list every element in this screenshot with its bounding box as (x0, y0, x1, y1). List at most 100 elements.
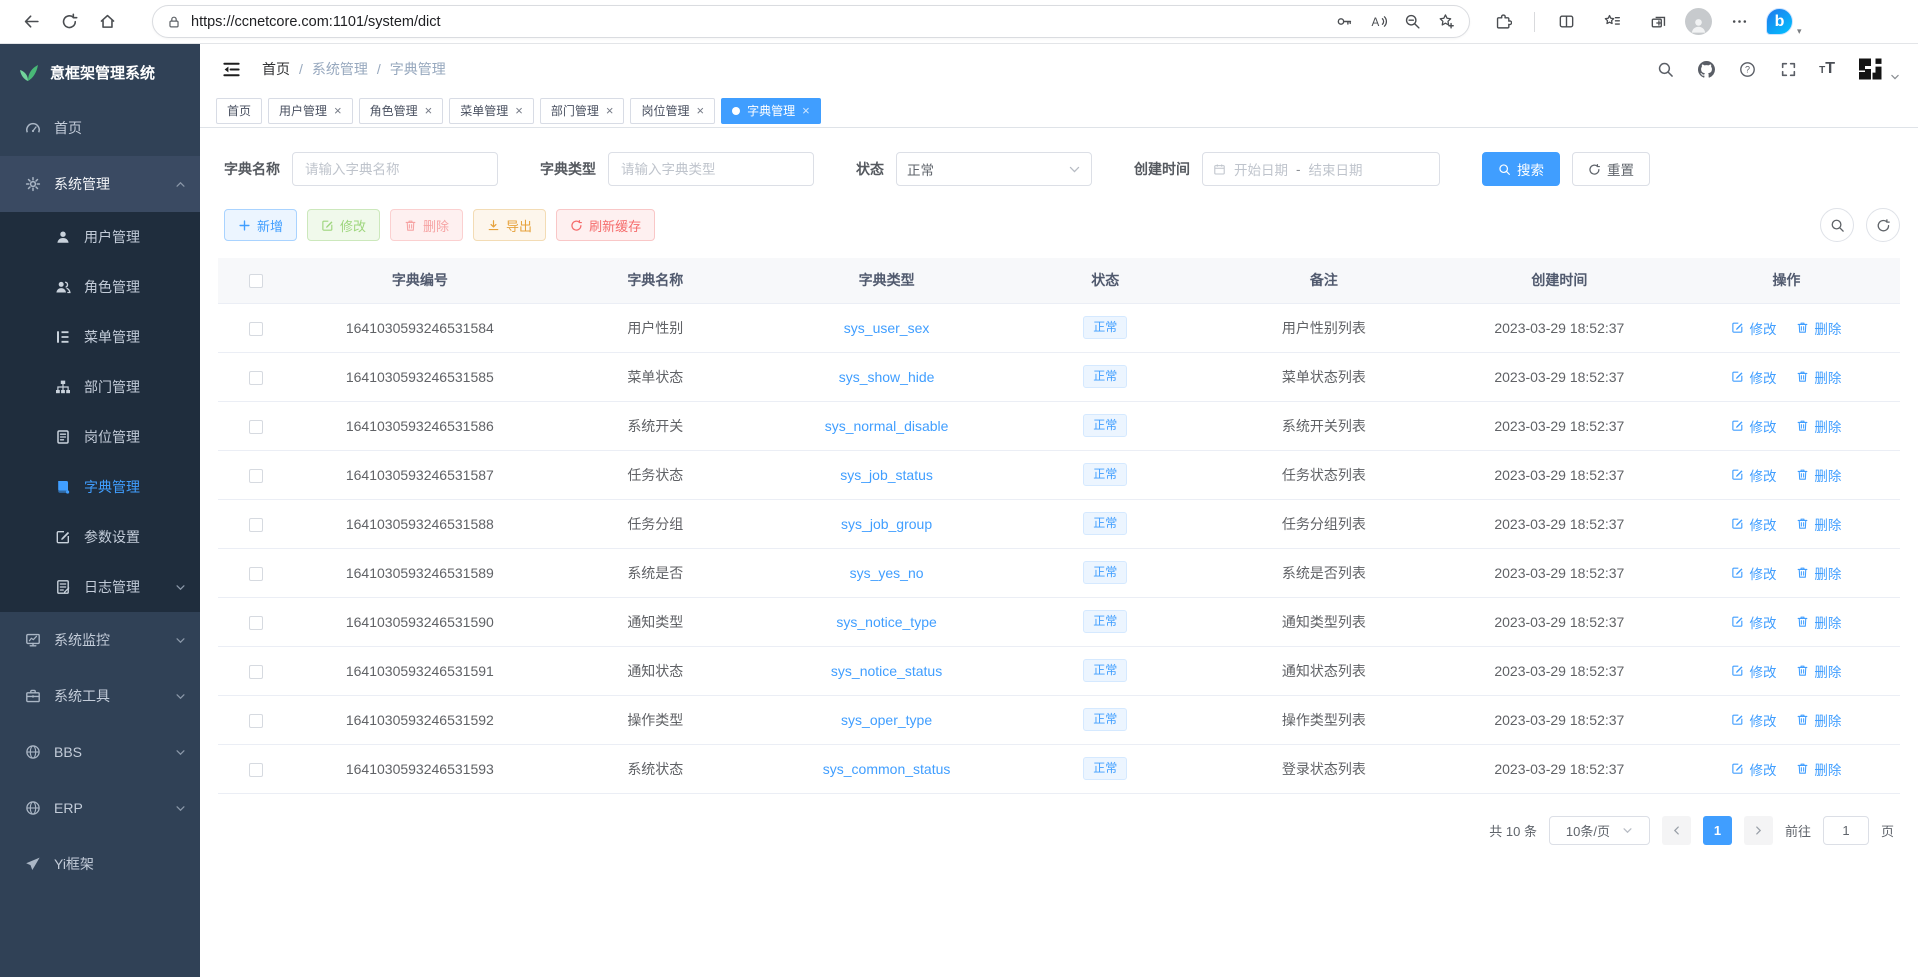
sidebar-item-log-management[interactable]: 日志管理 (0, 562, 200, 612)
export-button[interactable]: 导出 (473, 209, 546, 241)
sidebar-item-user-management[interactable]: 用户管理 (0, 212, 200, 262)
delete-button[interactable]: 删除 (390, 209, 463, 241)
fullscreen-icon[interactable] (1778, 59, 1798, 79)
add-favorite-star-icon[interactable] (1431, 8, 1461, 36)
delete-row-link[interactable]: 删除 (1796, 563, 1841, 583)
edit-row-link[interactable]: 修改 (1731, 563, 1776, 583)
close-icon[interactable]: × (334, 104, 342, 117)
row-checkbox[interactable] (249, 322, 263, 336)
tab-user[interactable]: 用户管理 × (268, 98, 353, 124)
dict-type-link[interactable]: sys_notice_status (831, 663, 942, 679)
dict-type-link[interactable]: sys_yes_no (850, 565, 924, 581)
header-search-icon[interactable] (1655, 59, 1675, 79)
add-button[interactable]: 新增 (224, 209, 297, 241)
sidebar-item-menu-management[interactable]: 菜单管理 (0, 312, 200, 362)
browser-refresh-button[interactable] (50, 5, 88, 39)
dict-type-link[interactable]: sys_job_status (840, 467, 933, 483)
close-icon[interactable]: × (515, 104, 523, 117)
prev-page-button[interactable] (1662, 816, 1691, 845)
close-icon[interactable]: × (425, 104, 433, 117)
table-search-toggle-button[interactable] (1820, 208, 1854, 242)
row-checkbox[interactable] (249, 763, 263, 777)
delete-row-link[interactable]: 删除 (1796, 367, 1841, 387)
edit-row-link[interactable]: 修改 (1731, 416, 1776, 436)
help-icon[interactable]: ? (1737, 59, 1757, 79)
date-range-picker[interactable]: 开始日期 - 结束日期 (1202, 152, 1440, 186)
sidebar-item-yi-framework[interactable]: Yi框架 (0, 836, 200, 892)
edit-row-link[interactable]: 修改 (1731, 465, 1776, 485)
edit-row-link[interactable]: 修改 (1731, 661, 1776, 681)
edit-row-link[interactable]: 修改 (1731, 367, 1776, 387)
zoom-out-icon[interactable] (1397, 8, 1427, 36)
edit-button[interactable]: 修改 (307, 209, 380, 241)
edit-row-link[interactable]: 修改 (1731, 514, 1776, 534)
reset-button[interactable]: 重置 (1572, 152, 1650, 186)
yi-logo[interactable] (1856, 56, 1900, 82)
refresh-cache-button[interactable]: 刷新缓存 (556, 209, 655, 241)
sidebar-item-home[interactable]: 首页 (0, 100, 200, 156)
extensions-icon[interactable] (1484, 5, 1522, 39)
sidebar-item-dept-management[interactable]: 部门管理 (0, 362, 200, 412)
bing-chat-icon[interactable]: b (1766, 8, 1793, 35)
sidebar-item-system-monitor[interactable]: 系统监控 (0, 612, 200, 668)
sidebar-item-system-tools[interactable]: 系统工具 (0, 668, 200, 724)
tab-dept[interactable]: 部门管理 × (540, 98, 625, 124)
breadcrumb-item[interactable]: 首页 (262, 59, 290, 79)
delete-row-link[interactable]: 删除 (1796, 318, 1841, 338)
next-page-button[interactable] (1744, 816, 1773, 845)
delete-row-link[interactable]: 删除 (1796, 710, 1841, 730)
sidebar-collapse-icon[interactable] (218, 56, 244, 82)
tab-menu[interactable]: 菜单管理 × (449, 98, 534, 124)
dict-type-link[interactable]: sys_common_status (823, 761, 951, 777)
tab-role[interactable]: 角色管理 × (359, 98, 444, 124)
row-checkbox[interactable] (249, 567, 263, 581)
sidebar-item-bbs[interactable]: BBS (0, 724, 200, 780)
edit-row-link[interactable]: 修改 (1731, 759, 1776, 779)
favorites-bar-icon[interactable] (1593, 5, 1631, 39)
app-logo-row[interactable]: 意框架管理系统 (0, 44, 200, 100)
dict-type-link[interactable]: sys_oper_type (841, 712, 932, 728)
font-size-icon[interactable]: TT (1819, 61, 1835, 77)
goto-page-input[interactable] (1823, 816, 1869, 845)
dict-type-input[interactable] (608, 152, 814, 186)
address-bar[interactable]: https://ccnetcore.com:1101/system/dict A (152, 5, 1470, 38)
row-checkbox[interactable] (249, 518, 263, 532)
split-screen-icon[interactable] (1547, 5, 1585, 39)
status-select[interactable]: 正常 (896, 152, 1092, 186)
row-checkbox[interactable] (249, 616, 263, 630)
edit-row-link[interactable]: 修改 (1731, 612, 1776, 632)
read-aloud-icon[interactable]: A (1363, 8, 1393, 36)
close-icon[interactable]: × (802, 104, 810, 117)
browser-home-button[interactable] (88, 5, 126, 39)
select-all-checkbox[interactable] (249, 274, 263, 288)
dict-type-link[interactable]: sys_normal_disable (825, 418, 949, 434)
password-key-icon[interactable] (1329, 8, 1359, 36)
table-refresh-button[interactable] (1866, 208, 1900, 242)
sidebar-item-dict-management[interactable]: 字典管理 (0, 462, 200, 512)
edit-row-link[interactable]: 修改 (1731, 318, 1776, 338)
row-checkbox[interactable] (249, 714, 263, 728)
github-icon[interactable] (1696, 59, 1716, 79)
sidebar-item-post-management[interactable]: 岗位管理 (0, 412, 200, 462)
dict-name-input[interactable] (292, 152, 498, 186)
row-checkbox[interactable] (249, 469, 263, 483)
breadcrumb-item[interactable]: 系统管理 (312, 59, 368, 79)
close-icon[interactable]: × (606, 104, 614, 117)
sidebar-item-role-management[interactable]: 角色管理 (0, 262, 200, 312)
delete-row-link[interactable]: 删除 (1796, 465, 1841, 485)
delete-row-link[interactable]: 删除 (1796, 759, 1841, 779)
dict-type-link[interactable]: sys_job_group (841, 516, 932, 532)
tab-post[interactable]: 岗位管理 × (630, 98, 715, 124)
sidebar-item-erp[interactable]: ERP (0, 780, 200, 836)
delete-row-link[interactable]: 删除 (1796, 514, 1841, 534)
page-number-button[interactable]: 1 (1703, 816, 1732, 845)
sidebar-item-system-management[interactable]: 系统管理 (0, 156, 200, 212)
tab-home[interactable]: 首页 (216, 98, 262, 124)
delete-row-link[interactable]: 删除 (1796, 661, 1841, 681)
row-checkbox[interactable] (249, 665, 263, 679)
dict-type-link[interactable]: sys_user_sex (844, 320, 930, 336)
tab-dict[interactable]: 字典管理 × (721, 98, 821, 124)
profile-avatar[interactable] (1685, 8, 1712, 35)
edit-row-link[interactable]: 修改 (1731, 710, 1776, 730)
browser-menu-icon[interactable] (1720, 5, 1758, 39)
